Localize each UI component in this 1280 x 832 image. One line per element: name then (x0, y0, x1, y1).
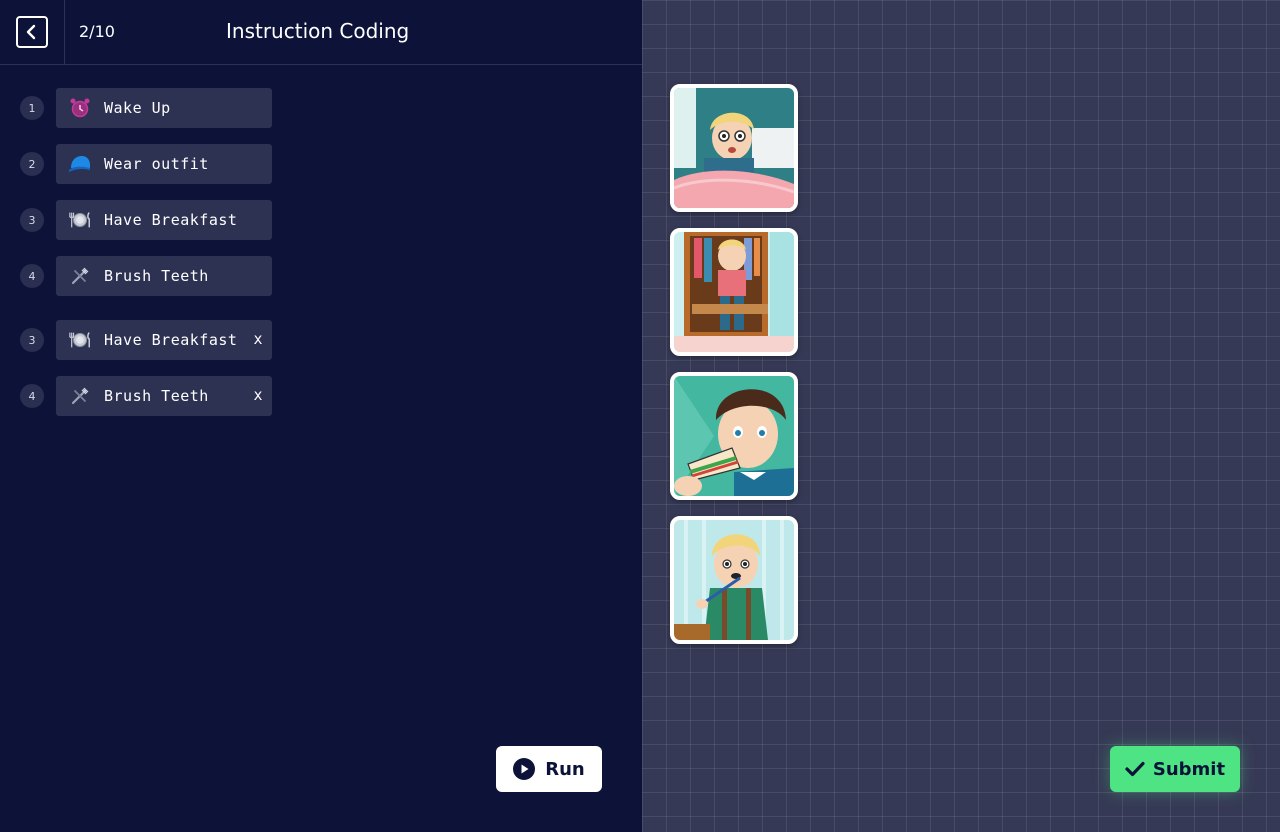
progress-counter: 2/10 (79, 22, 115, 41)
submit-button-label: Submit (1152, 758, 1226, 780)
boy-wearing-outfit-picture[interactable] (670, 228, 798, 356)
step-label: Brush Teeth (104, 387, 209, 405)
step-row: 4 Brush Teeth x (20, 376, 280, 416)
header-bar: 2/10 Instruction Coding (0, 0, 642, 65)
run-button-label: Run (545, 758, 585, 780)
cap-icon (68, 152, 92, 176)
chevron-left-icon (26, 24, 36, 40)
alarm-clock-icon (68, 96, 92, 120)
step-row: 2 Wear outfit (20, 144, 280, 184)
step-card-brush-teeth[interactable]: Brush Teeth x (56, 376, 272, 416)
step-card-wear-outfit[interactable]: Wear outfit (56, 144, 272, 184)
plate-cutlery-icon (68, 328, 92, 352)
step-label: Brush Teeth (104, 267, 209, 285)
remove-step-button[interactable]: x (251, 386, 265, 406)
play-icon (513, 758, 536, 780)
step-card-brush-teeth[interactable]: Brush Teeth (56, 256, 272, 296)
checkmark-icon (1125, 761, 1145, 777)
run-button[interactable]: Run (496, 746, 602, 792)
toothbrush-icon (68, 264, 92, 288)
step-label: Wear outfit (104, 155, 209, 173)
step-label: Have Breakfast (104, 211, 238, 229)
step-number: 4 (20, 384, 44, 408)
boy-eating-sandwich-picture[interactable] (670, 372, 798, 500)
back-button[interactable] (16, 16, 48, 48)
submit-button[interactable]: Submit (1110, 746, 1240, 792)
step-row: 4 Brush Teeth (20, 256, 280, 296)
step-label: Have Breakfast (104, 331, 238, 349)
page-title: Instruction Coding (226, 19, 410, 43)
boy-waking-up-picture[interactable] (670, 84, 798, 212)
step-number: 2 (20, 152, 44, 176)
instruction-panel: 2/10 Instruction Coding 1 Wake Up 2 Wear… (0, 0, 642, 832)
step-card-have-breakfast[interactable]: Have Breakfast x (56, 320, 272, 360)
plate-cutlery-icon (68, 208, 92, 232)
step-number: 3 (20, 328, 44, 352)
step-card-have-breakfast[interactable]: Have Breakfast (56, 200, 272, 240)
toothbrush-icon (68, 384, 92, 408)
boy-brushing-teeth-picture[interactable] (670, 516, 798, 644)
step-row: 3 Have Breakfast x (20, 320, 280, 360)
remove-step-button[interactable]: x (251, 330, 265, 350)
step-row: 1 Wake Up (20, 88, 280, 128)
header-divider (64, 0, 65, 65)
step-label: Wake Up (104, 99, 171, 117)
step-number: 4 (20, 264, 44, 288)
step-number: 1 (20, 96, 44, 120)
step-card-wake-up[interactable]: Wake Up (56, 88, 272, 128)
step-row: 3 Have Breakfast (20, 200, 280, 240)
step-number: 3 (20, 208, 44, 232)
